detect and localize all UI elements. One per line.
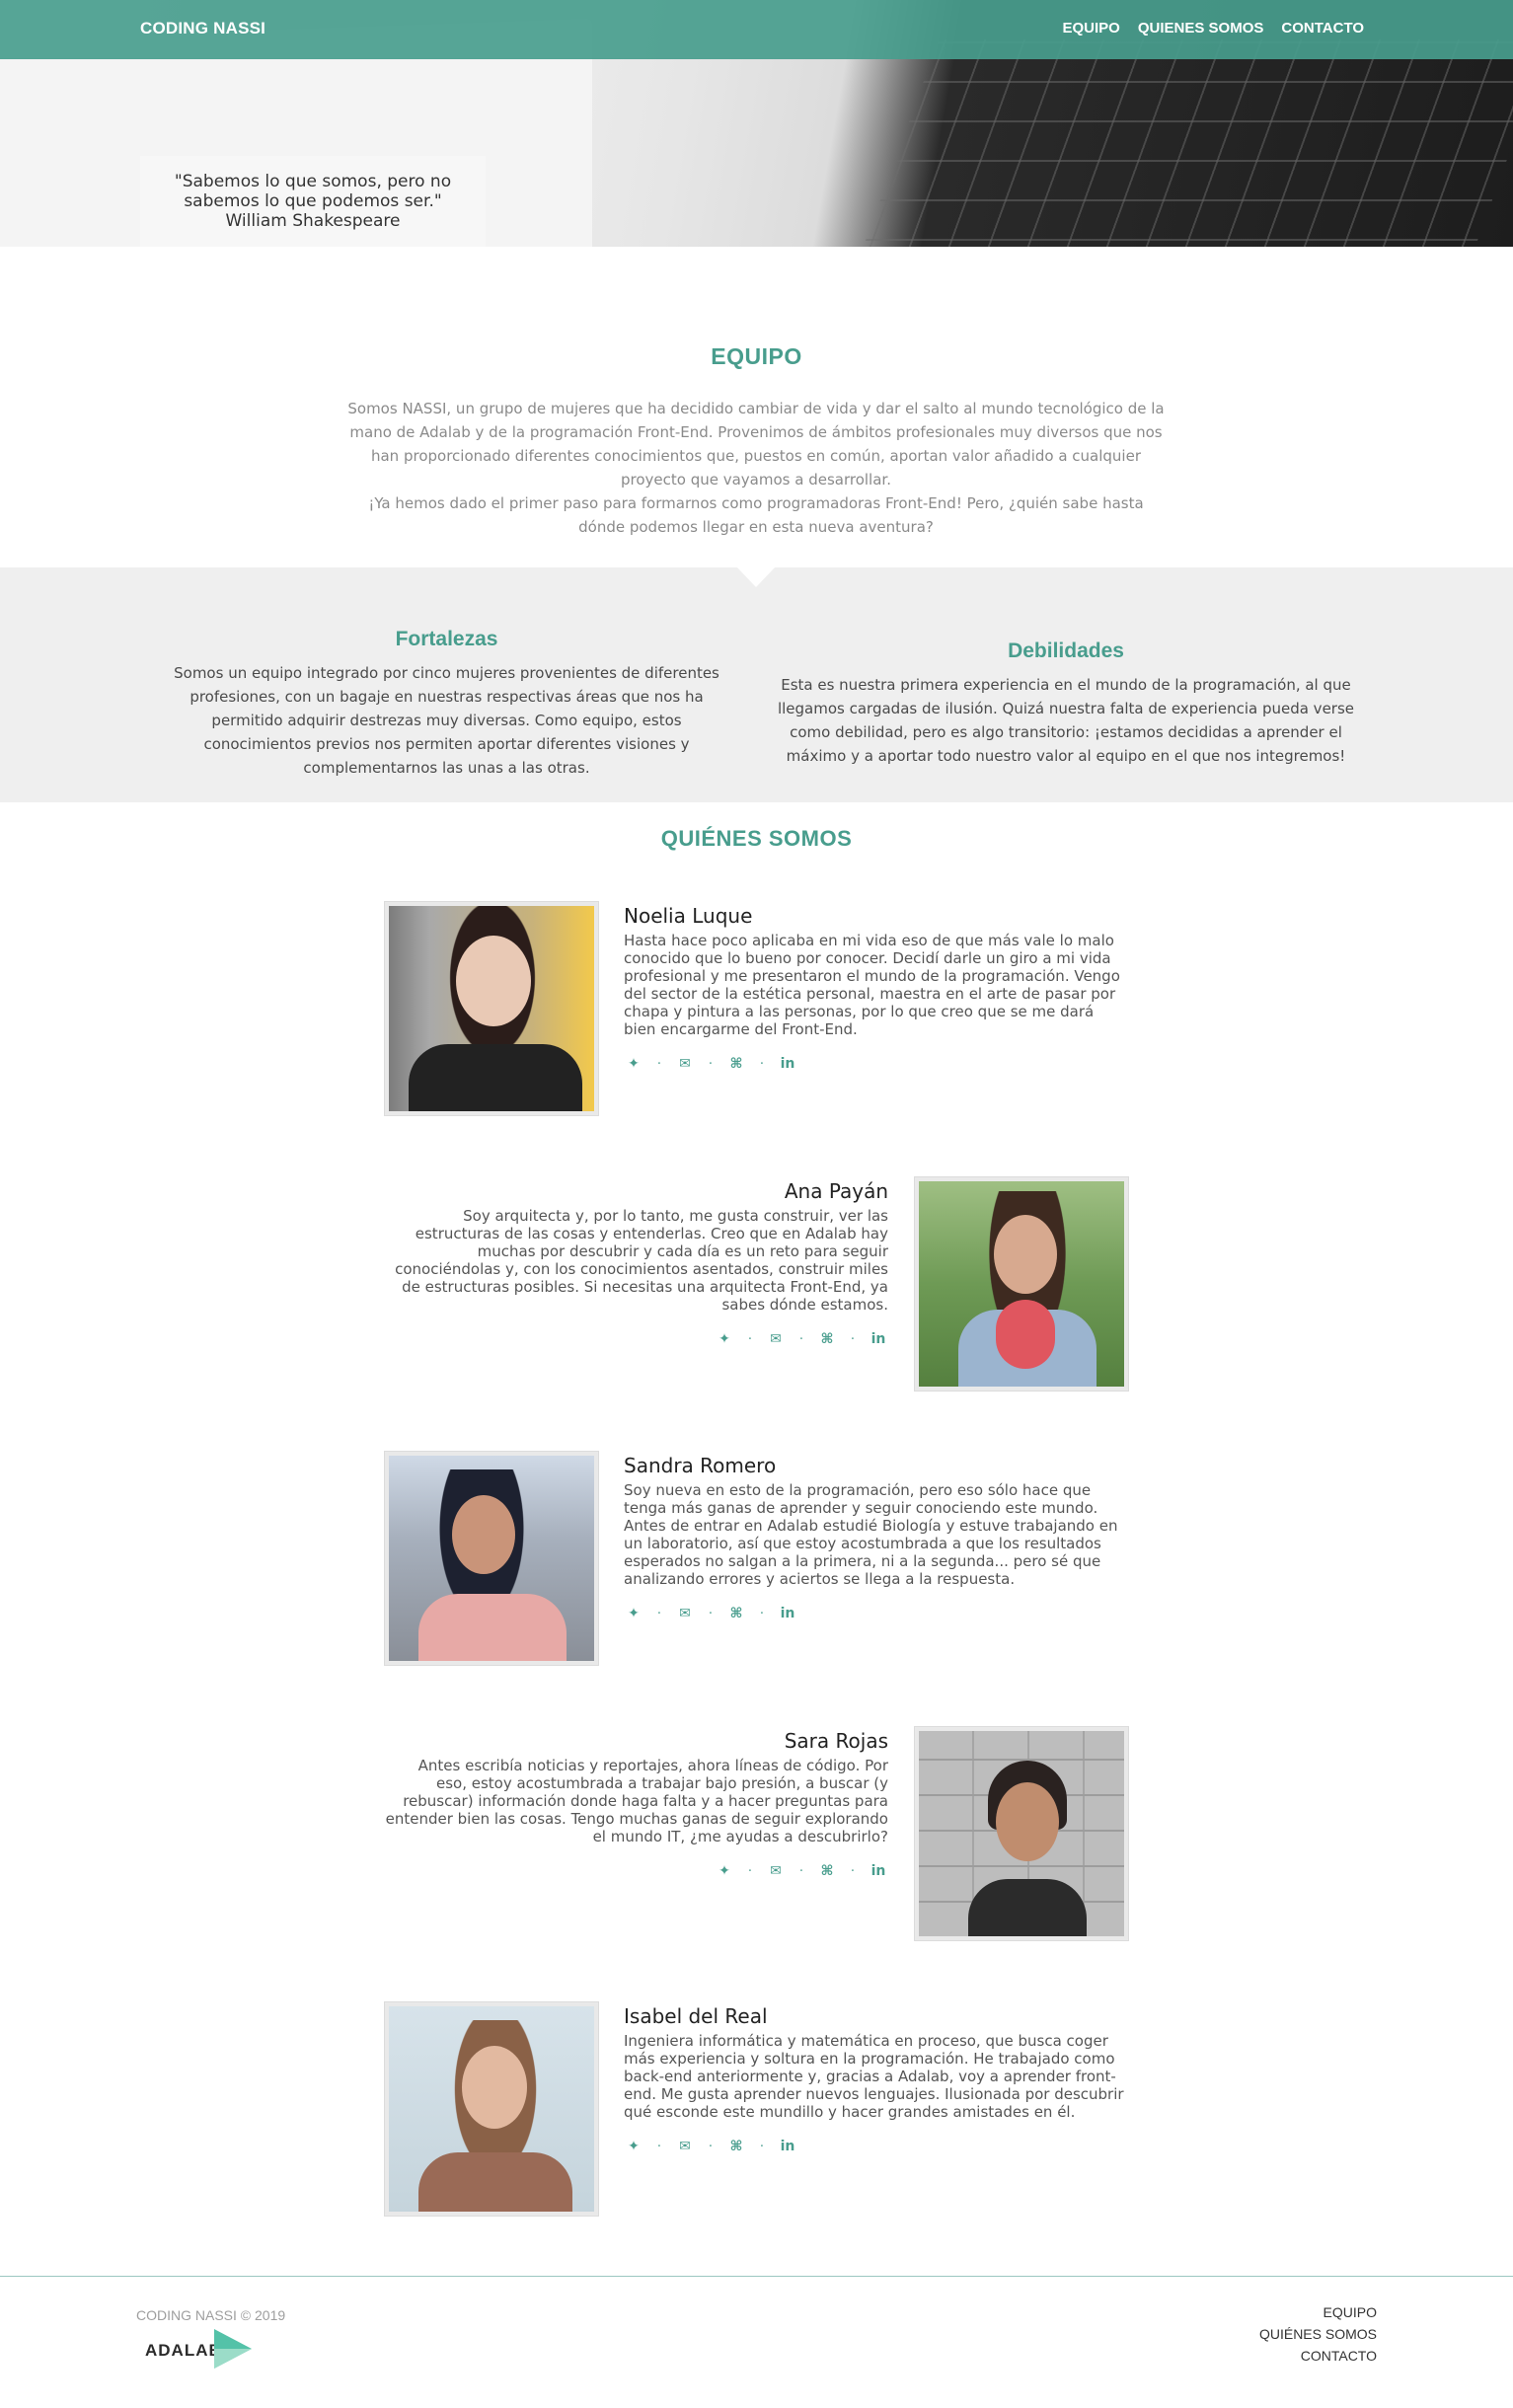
- nav-link-equipo[interactable]: EQUIPO: [1063, 20, 1120, 37]
- member-socials: ✦ · ✉ · ⌘ · in: [385, 1331, 888, 1347]
- hero-keyboard-image: [863, 39, 1513, 247]
- member-socials: ✦ · ✉ · ⌘ · in: [624, 2139, 1127, 2154]
- github-icon[interactable]: ⌘: [817, 1863, 837, 1879]
- footer-nav: EQUIPO QUIÉNES SOMOS CONTACTO: [1259, 2304, 1377, 2364]
- separator-dot: ·: [850, 1331, 856, 1347]
- twitter-icon[interactable]: ✦: [624, 2139, 643, 2154]
- footer-link-equipo[interactable]: EQUIPO: [1259, 2304, 1377, 2320]
- twitter-icon[interactable]: ✦: [715, 1331, 734, 1347]
- separator-dot: ·: [759, 1056, 765, 1072]
- member-bio: Soy arquitecta y, por lo tanto, me gusta…: [395, 1207, 888, 1314]
- linkedin-icon[interactable]: in: [778, 1056, 797, 1072]
- member-info: Sandra Romero Soy nueva en esto de la pr…: [624, 1452, 1127, 1621]
- member-name: Sara Rojas: [784, 1729, 888, 1753]
- main-nav: EQUIPO QUIENES SOMOS CONTACTO: [1063, 20, 1365, 37]
- member-info: Ana Payán Soy arquitecta y, por lo tanto…: [385, 1177, 888, 1347]
- equipo-title: EQUIPO: [711, 343, 802, 369]
- twitter-icon[interactable]: ✦: [624, 1056, 643, 1072]
- member-name: Sandra Romero: [624, 1454, 777, 1477]
- linkedin-icon[interactable]: in: [778, 1606, 797, 1621]
- equipo-description: Somos NASSI, un grupo de mujeres que ha …: [345, 397, 1167, 539]
- equipo-paragraph-2: ¡Ya hemos dado el primer paso para forma…: [368, 494, 1144, 536]
- hero-quote: "Sabemos lo que somos, pero no sabemos l…: [140, 156, 486, 247]
- member-name: Ana Payán: [784, 1179, 888, 1203]
- separator-dot: ·: [747, 1331, 753, 1347]
- separator-dot: ·: [759, 1606, 765, 1621]
- member-bio: Ingeniera informática y matemática en pr…: [624, 2032, 1124, 2121]
- adalab-arrow-icon: [214, 2329, 252, 2369]
- footer-copyright: CODING NASSI © 2019: [136, 2307, 286, 2323]
- separator-dot: ·: [747, 1863, 753, 1879]
- quienes-somos-title: QUIÉNES SOMOS: [660, 826, 853, 851]
- separator-dot: ·: [798, 1331, 804, 1347]
- linkedin-icon[interactable]: in: [869, 1863, 888, 1879]
- equipo-paragraph-1: Somos NASSI, un grupo de mujeres que ha …: [347, 400, 1165, 489]
- member-card-ana: Ana Payán Soy arquitecta y, por lo tanto…: [385, 1177, 1128, 1394]
- member-bio: Hasta hace poco aplicaba en mi vida eso …: [624, 932, 1120, 1038]
- member-socials: ✦ · ✉ · ⌘ · in: [624, 1056, 1127, 1072]
- member-info: Noelia Luque Hasta hace poco aplicaba en…: [624, 902, 1127, 1072]
- separator-dot: ·: [656, 1056, 662, 1072]
- member-socials: ✦ · ✉ · ⌘ · in: [624, 1606, 1127, 1621]
- fortalezas-text: Somos un equipo integrado por cinco muje…: [174, 664, 719, 777]
- nav-link-quienes-somos[interactable]: QUIENES SOMOS: [1138, 20, 1264, 37]
- member-photo: [385, 902, 598, 1115]
- separator-dot: ·: [708, 2139, 714, 2154]
- member-card-sara: Sara Rojas Antes escribía noticias y rep…: [385, 1727, 1128, 1944]
- mail-icon[interactable]: ✉: [766, 1863, 786, 1879]
- member-photo: [385, 2002, 598, 2216]
- debilidades-title: Debilidades: [1008, 640, 1124, 662]
- member-bio: Soy nueva en esto de la programación, pe…: [624, 1481, 1118, 1588]
- member-name: Isabel del Real: [624, 2004, 768, 2028]
- mail-icon[interactable]: ✉: [675, 2139, 695, 2154]
- debilidades-text: Esta es nuestra primera experiencia en e…: [777, 676, 1355, 765]
- nav-link-contacto[interactable]: CONTACTO: [1281, 20, 1364, 37]
- adalab-logo[interactable]: ADALAB: [145, 2327, 254, 2369]
- separator-dot: ·: [798, 1863, 804, 1879]
- github-icon[interactable]: ⌘: [817, 1331, 837, 1347]
- separator-dot: ·: [708, 1606, 714, 1621]
- fortalezas-column: Fortalezas Somos un equipo integrado por…: [168, 628, 725, 780]
- member-info: Sara Rojas Antes escribía noticias y rep…: [385, 1727, 888, 1879]
- mail-icon[interactable]: ✉: [675, 1056, 695, 1072]
- github-icon[interactable]: ⌘: [726, 2139, 746, 2154]
- github-icon[interactable]: ⌘: [726, 1056, 746, 1072]
- member-info: Isabel del Real Ingeniera informática y …: [624, 2002, 1127, 2154]
- footer-link-contacto[interactable]: CONTACTO: [1259, 2348, 1377, 2364]
- top-navbar: CODING NASSI EQUIPO QUIENES SOMOS CONTAC…: [0, 0, 1513, 59]
- debilidades-column: Debilidades Esta es nuestra primera expe…: [775, 640, 1357, 768]
- mail-icon[interactable]: ✉: [675, 1606, 695, 1621]
- member-photo: [915, 1177, 1128, 1391]
- separator-dot: ·: [708, 1056, 714, 1072]
- linkedin-icon[interactable]: in: [778, 2139, 797, 2154]
- quote-line-1: "Sabemos lo que somos, pero no: [174, 172, 452, 191]
- brand-logo[interactable]: CODING NASSI: [140, 19, 265, 38]
- quote-line-2: sabemos lo que podemos ser.": [184, 191, 442, 211]
- member-photo: [385, 1452, 598, 1665]
- quote-author: William Shakespeare: [225, 211, 401, 231]
- twitter-icon[interactable]: ✦: [715, 1863, 734, 1879]
- band-arrow-notch: [737, 567, 775, 587]
- linkedin-icon[interactable]: in: [869, 1331, 888, 1347]
- footer-divider: [0, 2276, 1513, 2277]
- mail-icon[interactable]: ✉: [766, 1331, 786, 1347]
- member-name: Noelia Luque: [624, 904, 753, 928]
- fortalezas-title: Fortalezas: [395, 628, 498, 650]
- twitter-icon[interactable]: ✦: [624, 1606, 643, 1621]
- member-socials: ✦ · ✉ · ⌘ · in: [385, 1863, 888, 1879]
- separator-dot: ·: [759, 2139, 765, 2154]
- footer-link-quienes-somos[interactable]: QUIÉNES SOMOS: [1259, 2326, 1377, 2342]
- member-card-noelia: Noelia Luque Hasta hace poco aplicaba en…: [385, 902, 1128, 1119]
- separator-dot: ·: [850, 1863, 856, 1879]
- member-photo: [915, 1727, 1128, 1940]
- github-icon[interactable]: ⌘: [726, 1606, 746, 1621]
- separator-dot: ·: [656, 1606, 662, 1621]
- member-bio: Antes escribía noticias y reportajes, ah…: [385, 1757, 888, 1845]
- separator-dot: ·: [656, 2139, 662, 2154]
- member-card-sandra: Sandra Romero Soy nueva en esto de la pr…: [385, 1452, 1128, 1669]
- member-card-isabel: Isabel del Real Ingeniera informática y …: [385, 2002, 1128, 2220]
